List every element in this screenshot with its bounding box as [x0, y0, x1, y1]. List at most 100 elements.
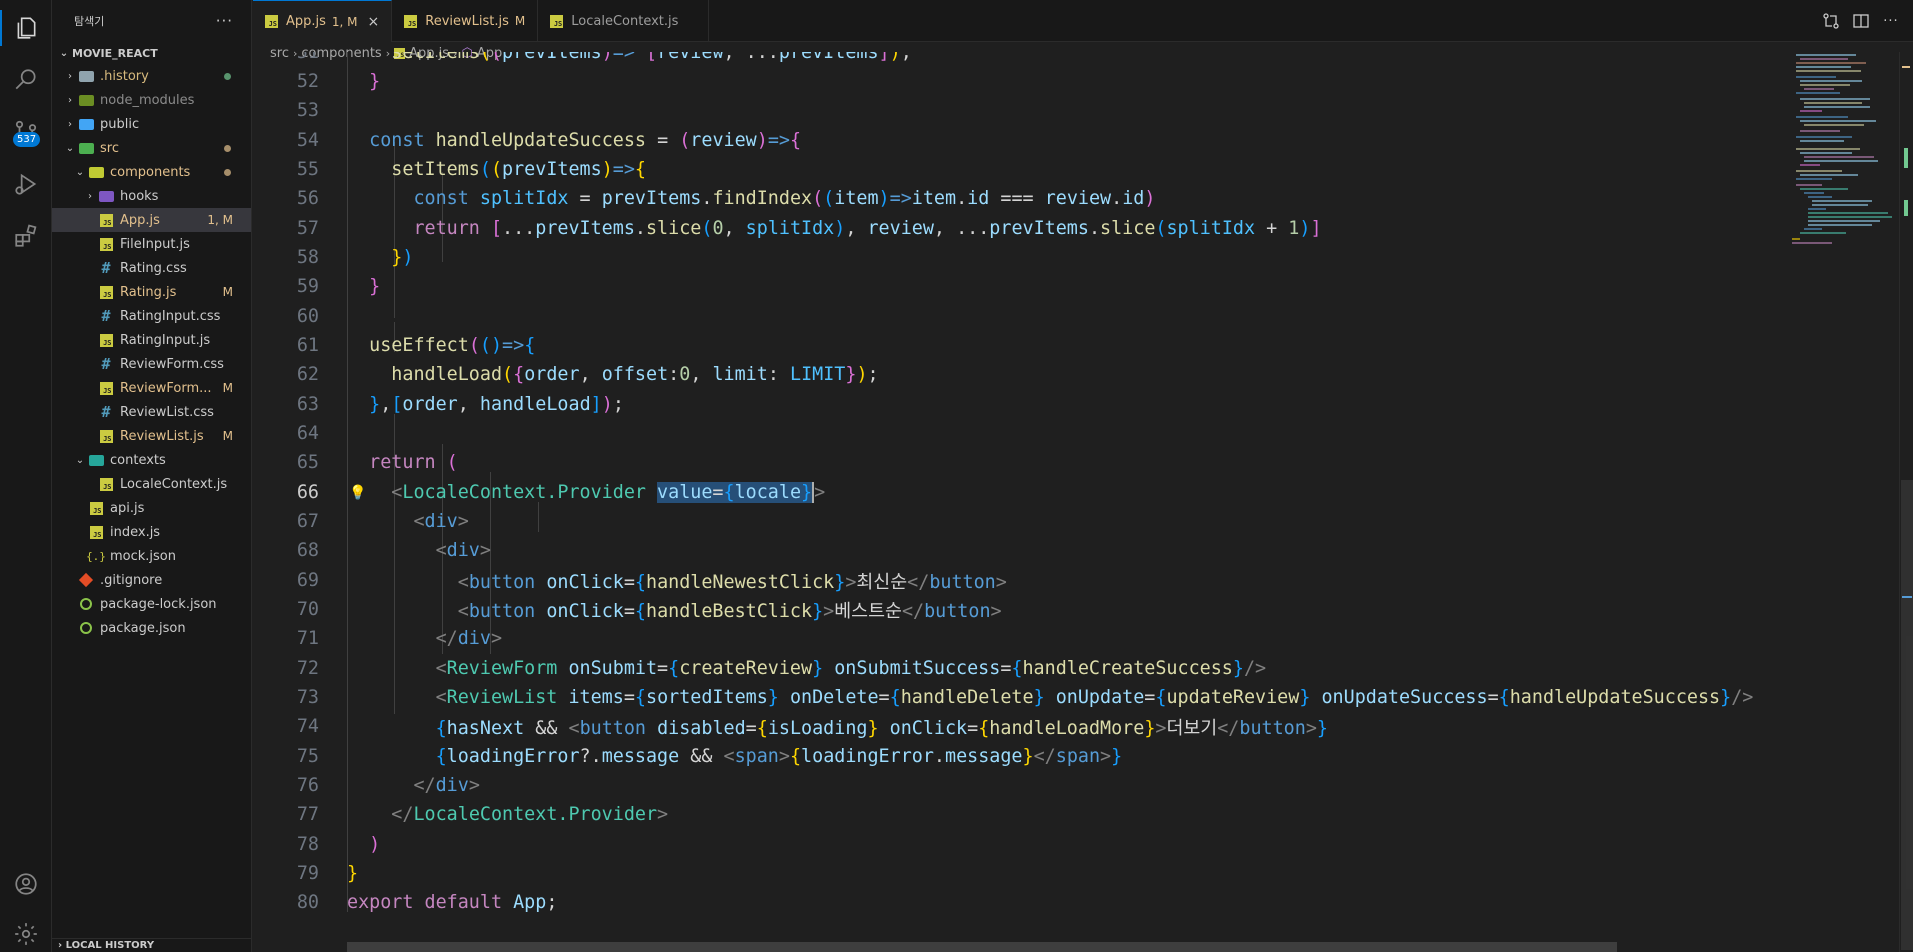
tree-item-fileinput-js[interactable]: JS FileInput.js: [52, 232, 251, 256]
line-number: 64: [296, 423, 319, 445]
editor-group: JS App.js 1, M × JS ReviewList.js M JS L…: [253, 0, 1913, 952]
run-debug-icon[interactable]: [0, 160, 52, 208]
code-line-52: 52 }: [253, 67, 1783, 96]
line-number: 73: [296, 687, 319, 709]
tree-item-contexts[interactable]: ⌄ contexts: [52, 448, 251, 472]
js-file-icon: JS: [98, 476, 114, 492]
tree-item-rating-js[interactable]: JS Rating.js M: [52, 280, 251, 304]
code-line-73: 73 <ReviewList items={sortedItems} onDel…: [253, 683, 1783, 712]
extensions-icon[interactable]: [0, 212, 52, 260]
code-editor[interactable]: 51 setItems((prevItems)=> [review, ...pr…: [253, 52, 1783, 952]
tree-item-ratinginput-js[interactable]: JS RatingInput.js: [52, 328, 251, 352]
account-icon[interactable]: [0, 860, 52, 908]
line-number: 69: [296, 570, 319, 592]
tree-item-localecontext-js[interactable]: JS LocaleContext.js: [52, 472, 251, 496]
tree-item-gitignore[interactable]: .gitignore: [52, 568, 251, 592]
settings-gear-icon[interactable]: [0, 910, 52, 952]
status-dot: [224, 168, 231, 176]
explorer-icon[interactable]: [0, 4, 52, 52]
tab-localecontext-js[interactable]: JS LocaleContext.js: [538, 0, 710, 42]
code-text: export default App;: [347, 892, 558, 914]
folder-icon: [88, 452, 104, 468]
close-icon[interactable]: ×: [368, 14, 380, 30]
code-text: handleLoad({order, offset:0, limit: LIMI…: [391, 364, 879, 386]
tree-status: M: [222, 285, 233, 299]
status-dot: [224, 72, 231, 80]
tree-item-reviewform-js[interactable]: JS ReviewForm... M: [52, 376, 251, 400]
scrollbar-thumb[interactable]: [1901, 480, 1913, 950]
line-number: 76: [296, 775, 319, 797]
tree-item-api-js[interactable]: JS api.js: [52, 496, 251, 520]
tree-item-reviewlist-js[interactable]: JS ReviewList.js M: [52, 424, 251, 448]
minimap[interactable]: [1786, 52, 1908, 952]
code-text: return [...prevItems.slice(0, splitIdx),…: [413, 218, 1322, 240]
compare-changes-icon[interactable]: [1821, 11, 1841, 31]
tree-item-ratinginput-css[interactable]: # RatingInput.css: [52, 304, 251, 328]
code-line-79: 79 }: [253, 859, 1783, 888]
tree-label: RatingInput.js: [120, 332, 211, 348]
tree-item-index-js[interactable]: JS index.js: [52, 520, 251, 544]
tree-item-mock-json[interactable]: {.} mock.json: [52, 544, 251, 568]
line-number: 74: [296, 716, 319, 738]
tree-status: 1, M: [207, 213, 233, 227]
more-actions-icon[interactable]: ···: [1881, 11, 1901, 31]
tree-item-hooks[interactable]: › hooks: [52, 184, 251, 208]
tree-item-public[interactable]: › public: [52, 112, 251, 136]
tree-item-reviewform-css[interactable]: # ReviewForm.css: [52, 352, 251, 376]
tree-label: Rating.js: [120, 284, 177, 300]
code-line-74: 74 {hasNext && <button disabled={isLoadi…: [253, 712, 1783, 741]
local-history-section[interactable]: › LOCAL HISTORY: [52, 938, 251, 952]
line-number: 52: [296, 71, 319, 93]
tree-item-components[interactable]: ⌄ components: [52, 160, 251, 184]
status-dot: [224, 144, 231, 152]
code-line-66: 66 💡 <LocaleContext.Provider value={loca…: [253, 478, 1783, 507]
css-file-icon: #: [101, 307, 111, 325]
code-line-59: 59 }: [253, 272, 1783, 301]
more-actions-icon[interactable]: ···: [216, 12, 233, 30]
tree-item-package-json[interactable]: package.json: [52, 616, 251, 640]
tree-item-src[interactable]: ⌄ src: [52, 136, 251, 160]
tree-item-app-js[interactable]: JS App.js 1, M: [52, 208, 251, 232]
tab-label: App.js: [286, 14, 326, 29]
code-line-68: 68 <div>: [253, 536, 1783, 565]
tree-item-node-modules[interactable]: › node_modules: [52, 88, 251, 112]
tab-app-js[interactable]: JS App.js 1, M ×: [253, 0, 393, 42]
chevron-right-icon: ›: [88, 190, 92, 202]
code-line-56: 56 const splitIdx = prevItems.findIndex(…: [253, 184, 1783, 213]
code-line-64: 64: [253, 419, 1783, 448]
line-number: 62: [296, 364, 319, 386]
line-number: 80: [296, 892, 319, 914]
code-text: setItems((prevItems)=> [review, ...prevI…: [391, 52, 912, 64]
split-editor-icon[interactable]: [1851, 11, 1871, 31]
line-number: 72: [296, 658, 319, 680]
vertical-scrollbar[interactable]: [1899, 52, 1913, 952]
search-icon[interactable]: [0, 56, 52, 104]
editor-actions: ···: [1821, 0, 1913, 42]
tree-item-reviewlist-css[interactable]: # ReviewList.css: [52, 400, 251, 424]
js-file-icon: JS: [88, 524, 104, 540]
tree-item-rating-css[interactable]: # Rating.css: [52, 256, 251, 280]
line-number: 65: [296, 452, 319, 474]
tree-label: App.js: [120, 212, 160, 228]
workspace-root-label: MOVIE_REACT: [72, 46, 158, 60]
js-file-icon: JS: [88, 500, 104, 516]
code-text: }: [369, 276, 381, 298]
code-line-75: 75 {loadingError?.message && <span>{load…: [253, 742, 1783, 771]
workspace-root[interactable]: ⌄ MOVIE_REACT: [52, 42, 251, 64]
line-number: 56: [296, 188, 319, 210]
sidebar-header: 탐색기 ···: [52, 0, 251, 42]
line-number: 60: [296, 306, 319, 328]
horizontal-scrollbar[interactable]: [347, 942, 1617, 952]
local-history-label: LOCAL HISTORY: [65, 940, 155, 951]
css-file-icon: #: [101, 259, 111, 277]
line-number: 55: [296, 159, 319, 181]
code-line-70: 70 <button onClick={handleBestClick}>베스트…: [253, 595, 1783, 624]
tree-item-history[interactable]: › .history: [52, 64, 251, 88]
code-text: },[order, handleLoad]);: [369, 394, 624, 416]
code-text: </div>: [435, 628, 503, 650]
npm-file-icon: [78, 596, 94, 612]
js-file-icon: JS: [404, 14, 418, 28]
tab-reviewlist-js[interactable]: JS ReviewList.js M: [392, 0, 539, 42]
js-file-icon: JS: [98, 428, 114, 444]
tree-item-package-lock-json[interactable]: package-lock.json: [52, 592, 251, 616]
